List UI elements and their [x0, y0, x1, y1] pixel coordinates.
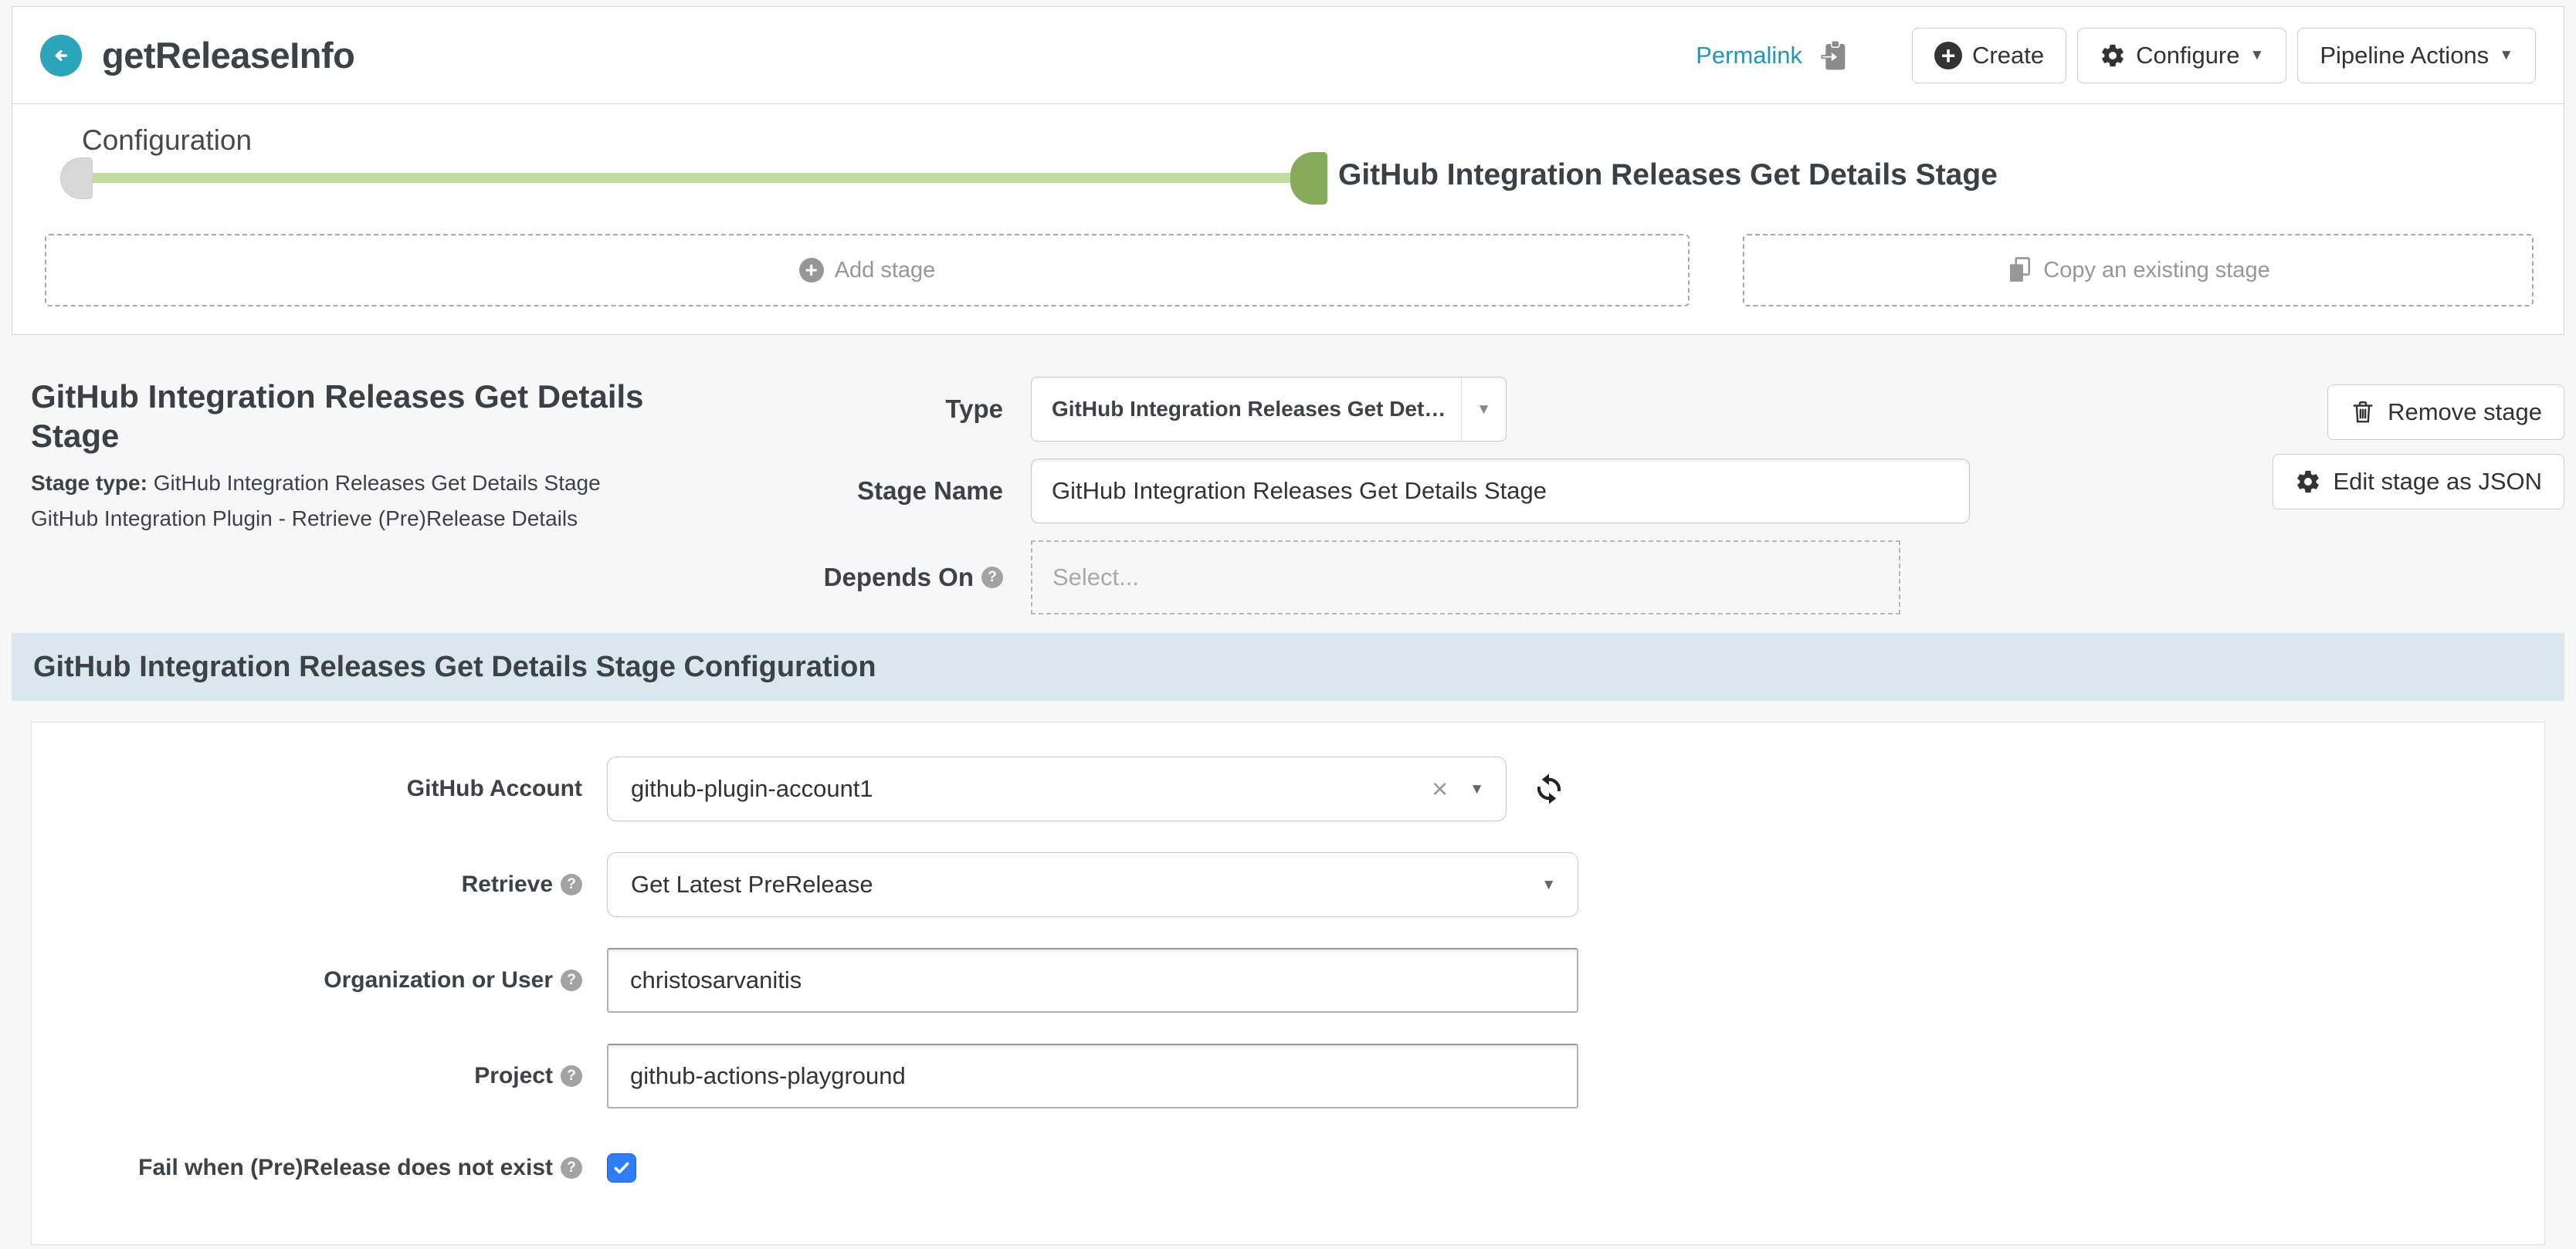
depends-on-placeholder: Select...	[1052, 564, 1139, 591]
stage-config-section-header: GitHub Integration Releases Get Details …	[12, 633, 2564, 701]
edit-stage-json-label: Edit stage as JSON	[2333, 468, 2542, 496]
graph-stage-label[interactable]: GitHub Integration Releases Get Details …	[1338, 158, 1998, 192]
graph-configuration-node[interactable]	[60, 157, 93, 199]
stage-heading: GitHub Integration Releases Get Details …	[31, 377, 664, 455]
depends-on-label: Depends On ?	[772, 563, 1031, 592]
help-icon[interactable]: ?	[561, 970, 582, 991]
copy-existing-stage-button[interactable]: Copy an existing stage	[1743, 234, 2534, 306]
help-icon[interactable]: ?	[981, 567, 1003, 588]
organization-label: Organization or User ?	[32, 967, 607, 993]
pipeline-actions-button[interactable]: Pipeline Actions ▼	[2297, 28, 2536, 83]
edit-stage-json-button[interactable]: Edit stage as JSON	[2273, 454, 2564, 509]
trash-icon	[2350, 398, 2376, 426]
stage-name-row: Stage Name	[772, 459, 2069, 523]
project-input[interactable]	[607, 1044, 1578, 1109]
help-icon[interactable]: ?	[561, 1065, 582, 1087]
permalink-link[interactable]: Permalink	[1696, 42, 1802, 69]
configure-button[interactable]: Configure ▼	[2077, 28, 2286, 83]
caret-down-icon: ▼	[2499, 48, 2513, 63]
caret-down-icon: ▼	[1469, 782, 1484, 797]
github-account-value: github-plugin-account1	[608, 775, 1432, 803]
organization-row: Organization or User ?	[32, 948, 2544, 1013]
stage-type-line: Stage type: GitHub Integration Releases …	[31, 471, 680, 496]
check-icon	[612, 1158, 632, 1178]
stage-type-select-value: GitHub Integration Releases Get Det…	[1032, 397, 1461, 421]
fail-toggle-label: Fail when (Pre)Release does not exist ?	[32, 1155, 607, 1181]
plugin-description: GitHub Integration Plugin - Retrieve (Pr…	[31, 506, 680, 531]
pipeline-config-page: getReleaseInfo Permalink + Create	[0, 0, 2576, 1249]
plus-icon: +	[799, 258, 824, 283]
copy-stage-label: Copy an existing stage	[2043, 258, 2269, 283]
create-button-label: Create	[1972, 42, 2044, 69]
type-row: Type GitHub Integration Releases Get Det…	[772, 377, 2069, 442]
select-caret-box: ▼	[1461, 377, 1506, 441]
github-account-row: GitHub Account github-plugin-account1 × …	[32, 757, 2544, 821]
copy-icon	[2006, 256, 2032, 285]
stage-type-select[interactable]: GitHub Integration Releases Get Det… ▼	[1031, 377, 1507, 442]
stage-name-label: Stage Name	[772, 476, 1031, 506]
create-button[interactable]: + Create	[1912, 28, 2066, 83]
stage-editor-form: Type GitHub Integration Releases Get Det…	[772, 377, 2069, 631]
stage-editor: GitHub Integration Releases Get Details …	[31, 377, 2564, 616]
configure-button-label: Configure	[2136, 42, 2239, 69]
header-actions: Permalink + Create	[1696, 28, 2536, 83]
graph-configuration-label[interactable]: Configuration	[82, 124, 252, 157]
retrieve-select[interactable]: Get Latest PreRelease ▼	[607, 852, 1578, 917]
stage-type-label: Stage type:	[31, 471, 147, 495]
back-button[interactable]	[40, 35, 82, 76]
add-stage-button[interactable]: + Add stage	[45, 234, 1690, 306]
gear-icon	[2100, 42, 2126, 69]
stage-config-section-title: GitHub Integration Releases Get Details …	[33, 651, 876, 684]
depends-on-select[interactable]: Select...	[1031, 540, 1900, 614]
stage-type-value: GitHub Integration Releases Get Details …	[154, 471, 601, 495]
pipeline-header: getReleaseInfo Permalink + Create	[12, 7, 2564, 104]
pipeline-actions-label: Pipeline Actions	[2320, 42, 2489, 69]
organization-input[interactable]	[607, 948, 1578, 1013]
add-stage-label: Add stage	[835, 258, 936, 283]
github-account-label: GitHub Account	[32, 776, 607, 802]
plus-icon: +	[1934, 42, 1962, 69]
github-account-select[interactable]: github-plugin-account1 × ▼	[607, 757, 1507, 821]
fail-toggle-checkbox[interactable]	[607, 1153, 636, 1183]
caret-down-icon: ▼	[2250, 48, 2265, 63]
clear-icon[interactable]: ×	[1432, 775, 1448, 803]
graph-stage-node[interactable]	[1290, 152, 1327, 205]
help-icon[interactable]: ?	[561, 874, 582, 895]
retrieve-value: Get Latest PreRelease	[608, 871, 1541, 899]
project-label: Project ?	[32, 1063, 607, 1089]
page-title: getReleaseInfo	[102, 34, 354, 76]
help-icon[interactable]: ?	[561, 1157, 582, 1179]
stage-summary: GitHub Integration Releases Get Details …	[31, 377, 680, 531]
caret-down-icon: ▼	[1476, 402, 1491, 417]
caret-down-icon: ▼	[1541, 878, 1556, 892]
retrieve-label: Retrieve ?	[32, 872, 607, 898]
stage-side-actions: Remove stage Edit stage as JSON	[2273, 384, 2564, 509]
refresh-icon[interactable]	[1531, 771, 1567, 807]
stage-name-input[interactable]	[1031, 459, 1970, 523]
remove-stage-label: Remove stage	[2388, 398, 2542, 426]
top-panel: getReleaseInfo Permalink + Create	[12, 6, 2564, 335]
gear-icon	[2295, 469, 2321, 495]
project-row: Project ?	[32, 1044, 2544, 1109]
back-arrow-icon	[49, 44, 73, 67]
stage-config-card: GitHub Account github-plugin-account1 × …	[31, 722, 2545, 1245]
graph-track	[74, 173, 1296, 183]
remove-stage-button[interactable]: Remove stage	[2327, 384, 2564, 440]
retrieve-row: Retrieve ? Get Latest PreRelease ▼	[32, 852, 2544, 917]
fail-toggle-row: Fail when (Pre)Release does not exist ?	[32, 1153, 2544, 1183]
depends-on-row: Depends On ? Select...	[772, 540, 2069, 614]
clipboard-icon[interactable]	[1819, 39, 1850, 73]
type-label: Type	[772, 394, 1031, 424]
